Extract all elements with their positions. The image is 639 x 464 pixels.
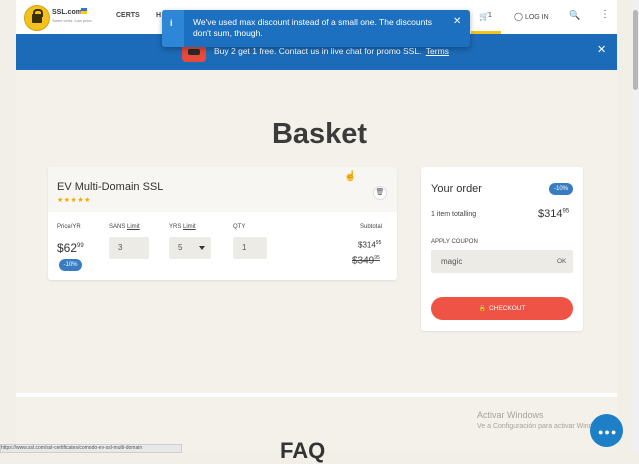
price-cents: 99 (77, 243, 84, 249)
chevron-down-icon (199, 246, 205, 250)
order-total: $31495 (538, 208, 569, 220)
coupon-input[interactable]: magic (441, 257, 462, 266)
cart-count: 1 (488, 12, 492, 19)
yrs-limit-link[interactable]: Limit (183, 224, 196, 230)
menu-kebab-icon[interactable]: ⋮ (600, 9, 610, 20)
original-price: $34995 (352, 255, 380, 266)
discount-toast: i We've used max discount instead of a s… (162, 10, 470, 47)
page-scrollbar[interactable] (632, 0, 639, 451)
nav-item-partial[interactable]: H (156, 12, 161, 19)
old-main: $349 (352, 255, 375, 267)
sans-label: SANS Limit (109, 224, 140, 230)
toast-message: We've used max discount instead of a sma… (193, 17, 432, 38)
checkout-label: CHECKOUT (489, 305, 526, 312)
promo-text: Buy 2 get 1 free. Contact us in live cha… (214, 46, 449, 56)
qty-input[interactable]: 1 (233, 237, 267, 259)
scrollbar-thumb[interactable] (633, 10, 638, 90)
subtotal-main: $314 (358, 240, 376, 250)
order-items-text: 1 item totalling (431, 211, 477, 218)
faq-heading: FAQ (280, 438, 326, 463)
windows-activation-sub: Ve a Configuración para activar Windows. (477, 423, 607, 430)
sans-input[interactable]: 3 (109, 237, 149, 259)
lock-icon: 🔒 (478, 306, 486, 312)
unit-price: $6299 (57, 241, 84, 255)
sans-label-text: SANS (109, 224, 126, 230)
login-button[interactable]: ◯ LOG IN (514, 12, 549, 21)
cart-button[interactable]: 🛒 1 (471, 0, 501, 34)
promo-message: Buy 2 get 1 free. Contact us in live cha… (214, 46, 422, 56)
checkout-button[interactable]: 🔒 CHECKOUT (431, 297, 573, 320)
subtotal-label: Subtotal (360, 224, 383, 230)
price-label: Price/YR (57, 224, 81, 230)
product-name[interactable]: EV Multi-Domain SSL (57, 181, 163, 193)
rating-stars-icon: ★★★★★ (57, 197, 91, 204)
toast-close-icon[interactable]: ✕ (453, 16, 461, 27)
coupon-label: APPLY COUPON (431, 239, 478, 245)
nav-certs[interactable]: CERTS (116, 12, 140, 19)
order-title: Your order (431, 183, 482, 195)
status-bar-url: https://www.ssl.com/ssl-certificates/com… (0, 444, 182, 453)
order-discount-badge: -10% (549, 183, 573, 195)
product-card: EV Multi-Domain SSL ★★★★★ 🗑 Price/YR SAN… (48, 167, 397, 280)
user-icon: ◯ (514, 12, 523, 21)
qty-value: 1 (242, 243, 247, 252)
live-chat-button[interactable]: ●●● (590, 414, 623, 447)
order-total-main: $314 (538, 208, 563, 220)
chat-dots-icon: ●●● (598, 427, 618, 437)
info-icon: i (170, 18, 173, 28)
subtotal-price: $31495 (358, 240, 381, 250)
discount-badge: -10% (59, 259, 82, 271)
yrs-label: YRS Limit (169, 224, 196, 230)
qty-label: QTY (233, 224, 246, 230)
promo-close-icon[interactable]: ✕ (597, 43, 606, 56)
old-cents: 95 (374, 255, 380, 261)
yrs-label-text: YRS (169, 224, 182, 230)
hand-cursor-icon: ☝ (344, 171, 357, 182)
section-divider (16, 393, 617, 397)
promo-terms-link[interactable]: Terms (426, 46, 449, 56)
brand-tagline: Same certs. Low price. (52, 18, 93, 23)
padlock-logo-icon[interactable] (24, 5, 50, 31)
years-value: 5 (178, 243, 183, 252)
trash-icon[interactable]: 🗑 (373, 186, 387, 200)
page-title: Basket (271, 118, 368, 150)
ukraine-flag-icon (81, 8, 87, 14)
subtotal-cents: 95 (375, 240, 382, 246)
search-icon[interactable]: 🔍 (569, 10, 580, 21)
coupon-field[interactable]: magic OK (431, 250, 573, 273)
brand-name[interactable]: SSL.com (52, 9, 82, 16)
toast-icon-box: i (162, 10, 184, 47)
order-total-cents: 95 (562, 208, 570, 215)
sans-value: 3 (118, 243, 123, 252)
coupon-ok-button[interactable]: OK (557, 258, 566, 265)
windows-activation-title: Activar Windows (477, 410, 544, 420)
login-label: LOG IN (524, 14, 549, 21)
price-main: $62 (57, 241, 78, 255)
order-summary-card: Your order -10% 1 item totalling $31495 … (421, 167, 583, 331)
years-select[interactable]: 5 (169, 237, 211, 259)
sans-limit-link[interactable]: Limit (127, 224, 140, 230)
